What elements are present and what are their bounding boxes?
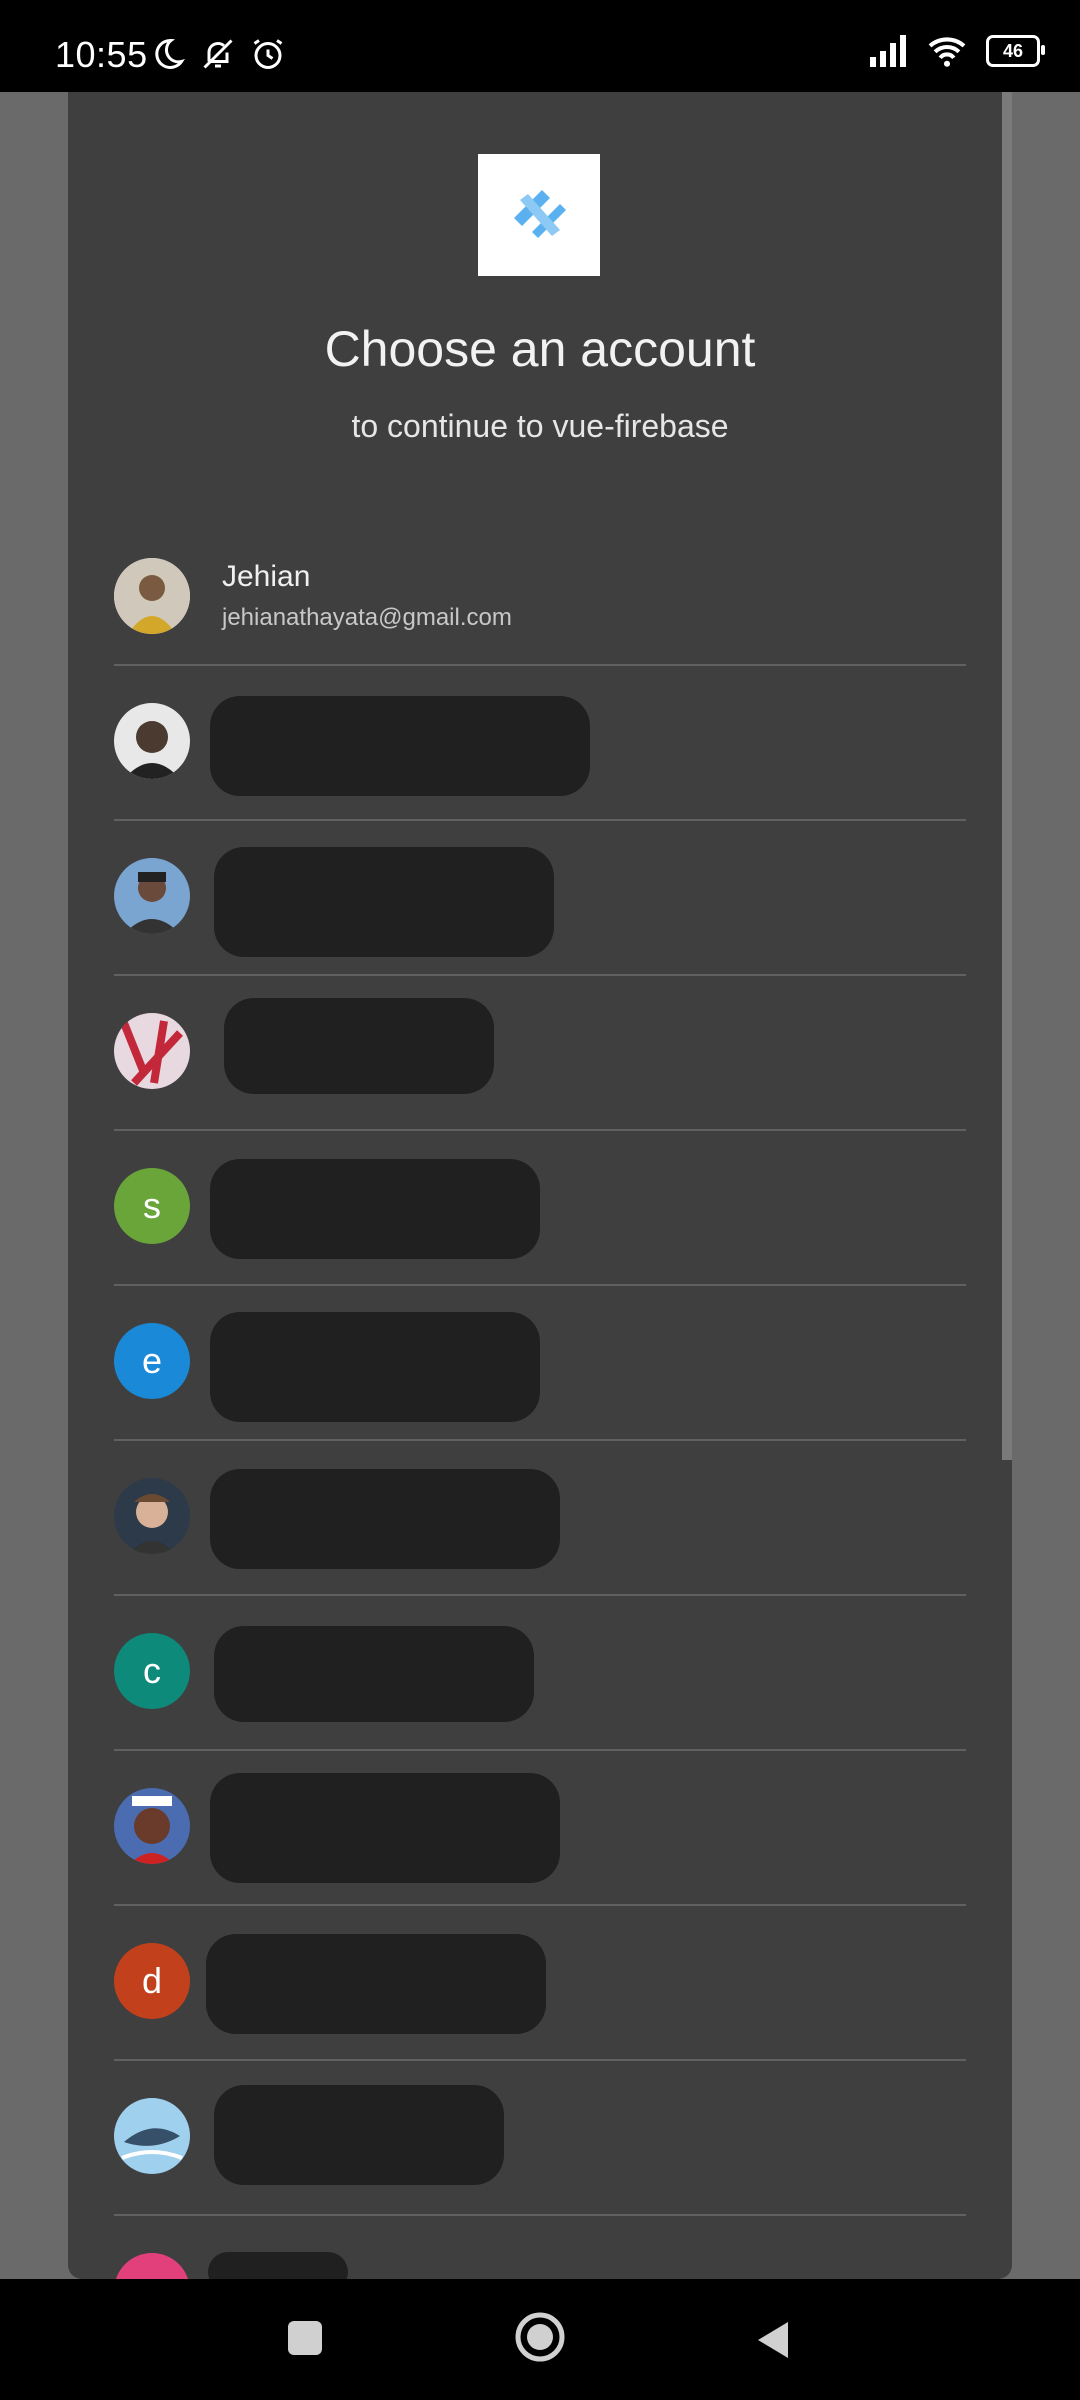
account-item[interactable]: e — [114, 1286, 966, 1441]
redacted-region — [210, 1469, 560, 1569]
account-item[interactable] — [114, 976, 966, 1131]
battery-level: 46 — [1002, 40, 1024, 61]
avatar — [114, 558, 190, 634]
avatar: e — [114, 1323, 190, 1399]
wifi-icon — [928, 37, 966, 67]
redacted-region — [214, 847, 554, 957]
avatar-photo — [114, 1788, 190, 1864]
avatar-photo — [114, 2098, 190, 2174]
battery-icon: 46 — [986, 35, 1045, 67]
avatar — [114, 1013, 190, 1089]
redacted-region — [210, 1159, 540, 1259]
back-icon[interactable] — [752, 2319, 794, 2361]
redacted-region — [208, 2252, 348, 2279]
redacted-region — [210, 696, 590, 796]
dialog-subtitle: to continue to vue-firebase — [351, 408, 729, 444]
app-logo-icon — [514, 190, 566, 238]
signal-icon — [870, 35, 906, 67]
account-list: Jehian jehianathayata@gmail.com s e c d — [114, 524, 966, 2279]
avatar — [114, 858, 190, 934]
account-item[interactable] — [114, 1441, 966, 1596]
avatar — [114, 1478, 190, 1554]
scrollbar[interactable] — [1002, 92, 1012, 1460]
avatar — [114, 1788, 190, 1864]
status-time: 10:55 — [55, 34, 148, 75]
account-item[interactable]: s — [114, 1131, 966, 1286]
account-item[interactable]: d — [114, 1906, 966, 2061]
avatar-photo — [114, 558, 190, 634]
home-icon[interactable] — [514, 2311, 566, 2363]
avatar: oo — [114, 2253, 190, 2279]
navigation-bar — [0, 2279, 1080, 2400]
account-item[interactable] — [114, 2061, 966, 2216]
account-item[interactable] — [114, 1751, 966, 1906]
account-chooser-dialog: Choose an account to continue to vue-fir… — [68, 92, 1012, 2279]
avatar — [114, 703, 190, 779]
account-item[interactable]: Jehian jehianathayata@gmail.com — [114, 524, 966, 666]
account-item[interactable]: oo — [114, 2216, 966, 2279]
redacted-region — [210, 1773, 560, 1883]
account-name: Jehian — [222, 560, 311, 593]
redacted-region — [224, 998, 494, 1094]
avatar — [114, 2098, 190, 2174]
redacted-region — [210, 1312, 540, 1422]
status-bar: 10:55 46 — [0, 0, 1080, 92]
avatar: c — [114, 1633, 190, 1709]
avatar-photo — [114, 858, 190, 934]
account-item[interactable] — [114, 821, 966, 976]
avatar: s — [114, 1168, 190, 1244]
moon-icon — [155, 38, 185, 69]
account-email: jehianathayata@gmail.com — [222, 604, 512, 631]
avatar: d — [114, 1943, 190, 2019]
dialog-title: Choose an account — [324, 321, 756, 377]
bell-off-icon — [203, 39, 233, 69]
avatar-photo — [114, 1013, 190, 1089]
redacted-region — [206, 1934, 546, 2034]
redacted-region — [214, 2085, 504, 2185]
recent-apps-icon[interactable] — [286, 2319, 326, 2359]
alarm-icon — [253, 39, 283, 69]
redacted-region — [214, 1626, 534, 1722]
avatar-photo — [114, 703, 190, 779]
account-item[interactable]: c — [114, 1596, 966, 1751]
app-logo — [478, 154, 600, 276]
avatar-photo — [114, 1478, 190, 1554]
account-item[interactable] — [114, 666, 966, 821]
